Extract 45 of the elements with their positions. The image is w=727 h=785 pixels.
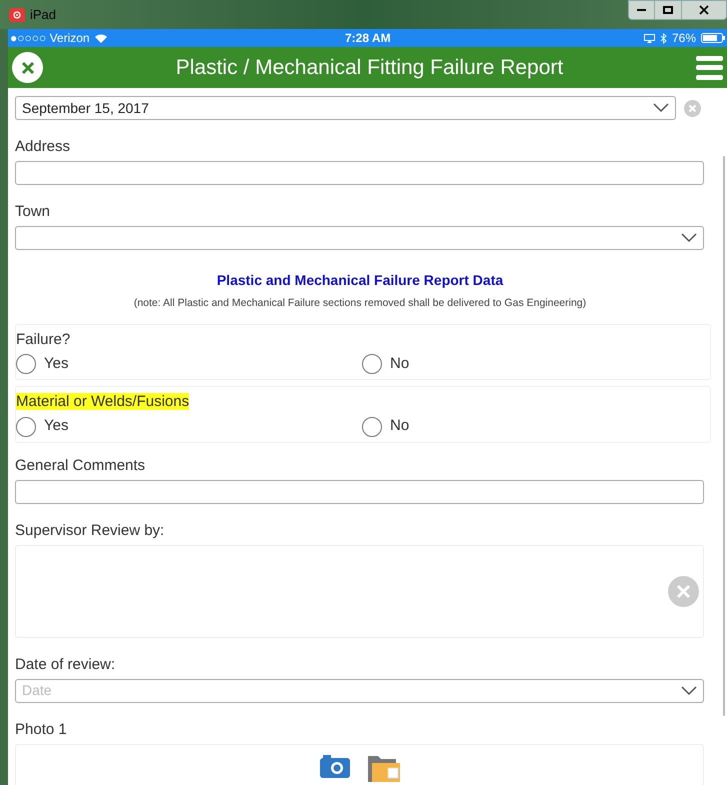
radio-label: Yes (44, 354, 68, 374)
input-field[interactable] (15, 161, 704, 185)
radio-label: Yes (44, 416, 68, 436)
field-label: Supervisor Review by: (15, 522, 166, 540)
folder-icon[interactable] (368, 754, 400, 782)
date-field[interactable]: September 15, 2017 (15, 96, 676, 120)
section-heading: Plastic and Mechanical Failure Report Data (216, 271, 504, 290)
close-icon (20, 60, 34, 74)
bluetooth-icon (660, 32, 667, 44)
maximize-button[interactable] (655, 0, 682, 20)
question-label: Failure? (16, 330, 70, 348)
radio-button[interactable] (362, 354, 382, 374)
field-label: Photo 1 (15, 720, 68, 739)
radio-label: No (390, 354, 410, 374)
menu-button[interactable] (696, 56, 723, 80)
field-label: Date of review: (15, 656, 116, 674)
section-note: (note: All Plastic and Mechanical Failure sections removed shall be delivered to Gas Engineering) (132, 296, 588, 311)
chevron-down-icon (681, 686, 697, 696)
radio-button[interactable] (362, 416, 382, 436)
close-button[interactable] (682, 0, 727, 20)
carrier-label: ●○○○○ Verizon (10, 30, 90, 47)
field-label: General Comments (15, 456, 146, 475)
radio-button[interactable] (16, 416, 36, 436)
minimize-button[interactable] (628, 0, 655, 20)
radio-label: No (390, 416, 410, 436)
airplay-icon (644, 34, 655, 42)
battery-percent: 76% (672, 30, 696, 47)
chevron-down-icon (681, 233, 697, 243)
question-label: Material or Welds/Fusions (16, 393, 190, 410)
app-icon (9, 8, 25, 22)
field-label: Town (15, 203, 52, 221)
camera-icon[interactable] (320, 754, 350, 778)
window-title: iPad (30, 6, 56, 24)
input-field[interactable] (15, 480, 704, 504)
scroll-bar[interactable] (723, 156, 725, 716)
wifi-icon (94, 34, 107, 42)
close-icon (699, 5, 709, 15)
page-title: Plastic / Mechanical Fitting Failure Report (174, 54, 564, 81)
field-label: Address (15, 138, 72, 156)
select-field[interactable] (15, 226, 704, 250)
clock: 7:28 AM (345, 30, 391, 47)
radio-button[interactable] (16, 354, 36, 374)
battery-icon (701, 33, 725, 43)
signature-field[interactable] (15, 544, 704, 638)
chevron-down-icon (653, 103, 669, 113)
